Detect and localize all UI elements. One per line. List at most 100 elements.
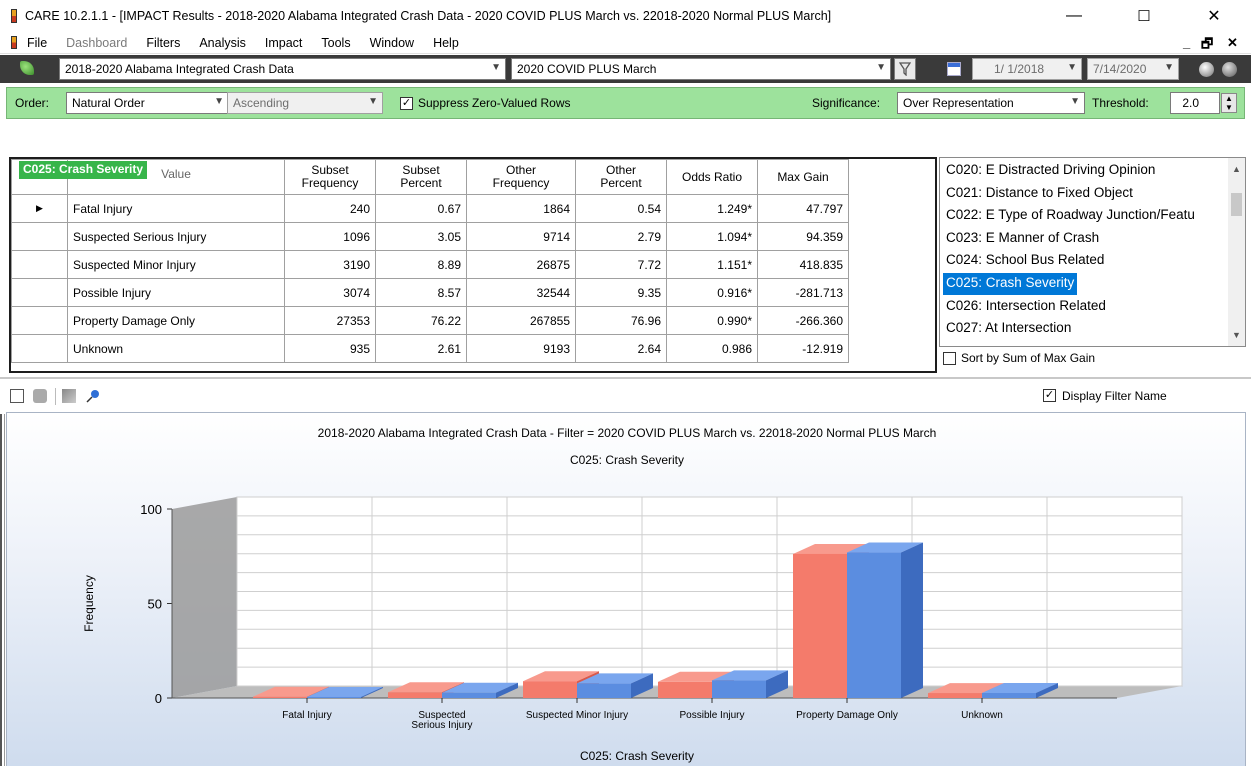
cell-subset-frequency[interactable]: 1096: [284, 222, 376, 251]
table-row[interactable]: Possible Injury 3074 8.57 32544 9.35 0.916* -2…: [11, 278, 849, 307]
column-list-item[interactable]: C027: At Intersection: [943, 318, 1074, 340]
cell-value[interactable]: Fatal Injury: [67, 194, 285, 223]
cell-odds-ratio[interactable]: 1.094*: [666, 222, 758, 251]
cell-odds-ratio[interactable]: 0.916*: [666, 278, 758, 307]
threshold-input[interactable]: 2.0: [1170, 92, 1220, 114]
cell-value[interactable]: Property Damage Only: [67, 306, 285, 335]
column-header-subset-frequency[interactable]: Subset Frequency: [284, 159, 376, 195]
cell-value[interactable]: Possible Injury: [67, 278, 285, 307]
pin-icon[interactable]: [84, 389, 100, 403]
table-row[interactable]: Suspected Serious Injury 1096 3.05 9714 2.79…: [11, 222, 849, 251]
column-list-item[interactable]: C022: E Type of Roadway Junction/Featu: [943, 205, 1198, 227]
row-header[interactable]: [11, 222, 68, 251]
column-header-odds-ratio[interactable]: Odds Ratio: [666, 159, 758, 195]
column-list-item[interactable]: C023: E Manner of Crash: [943, 228, 1102, 250]
menu-dashboard[interactable]: Dashboard: [66, 36, 127, 50]
row-header[interactable]: [11, 306, 68, 335]
cell-max-gain[interactable]: -12.919: [757, 334, 849, 363]
cell-other-percent[interactable]: 7.72: [575, 250, 667, 279]
column-list-item[interactable]: C026: Intersection Related: [943, 296, 1109, 318]
filter-dropdown[interactable]: 2020 COVID PLUS March ▼: [511, 58, 891, 80]
panel-splitter[interactable]: [0, 377, 1251, 379]
cell-max-gain[interactable]: 94.359: [757, 222, 849, 251]
cell-value[interactable]: Suspected Minor Injury: [67, 250, 285, 279]
chart-settings-icon[interactable]: [62, 389, 76, 403]
table-row[interactable]: Unknown 935 2.61 9193 2.64 0.986 -12.919: [11, 334, 849, 363]
row-header[interactable]: [11, 250, 68, 279]
column-list-item[interactable]: C024: School Bus Related: [943, 250, 1107, 272]
table-row[interactable]: ▶ Fatal Injury 240 0.67 1864 0.54 1.249* 47.797: [11, 194, 849, 223]
menu-help[interactable]: Help: [433, 36, 459, 50]
cell-subset-percent[interactable]: 2.61: [375, 334, 467, 363]
cell-value[interactable]: Suspected Serious Injury: [67, 222, 285, 251]
column-list-item[interactable]: C025: Crash Severity: [943, 273, 1078, 295]
direction-dropdown[interactable]: Ascending ▼: [227, 92, 383, 114]
menu-tools[interactable]: Tools: [321, 36, 350, 50]
cell-value[interactable]: Unknown: [67, 334, 285, 363]
date-to-picker[interactable]: 7/14/2020 ▼: [1087, 58, 1179, 80]
cell-other-frequency[interactable]: 267855: [466, 306, 576, 335]
column-header-other-frequency[interactable]: Other Frequency: [466, 159, 576, 195]
row-header[interactable]: [11, 334, 68, 363]
cell-other-frequency[interactable]: 26875: [466, 250, 576, 279]
column-list[interactable]: C020: E Distracted Driving Opinion C021: …: [939, 157, 1246, 347]
menu-file[interactable]: File: [27, 36, 47, 50]
cell-subset-frequency[interactable]: 935: [284, 334, 376, 363]
table-row[interactable]: Property Damage Only 27353 76.22 267855 76.9…: [11, 306, 849, 335]
cell-other-percent[interactable]: 2.64: [575, 334, 667, 363]
copy-icon[interactable]: [33, 389, 47, 403]
status-icon[interactable]: [1222, 62, 1237, 77]
cell-other-frequency[interactable]: 9193: [466, 334, 576, 363]
row-header[interactable]: [11, 278, 68, 307]
cell-odds-ratio[interactable]: 0.990*: [666, 306, 758, 335]
cell-other-percent[interactable]: 76.96: [575, 306, 667, 335]
mdi-restore-icon[interactable]: 🗗: [1201, 35, 1213, 57]
cell-odds-ratio[interactable]: 1.151*: [666, 250, 758, 279]
column-list-scrollbar[interactable]: ▲ ▼: [1228, 158, 1245, 346]
cell-subset-frequency[interactable]: 3190: [284, 250, 376, 279]
mdi-document-icon[interactable]: [11, 36, 17, 49]
sort-by-max-gain-checkbox[interactable]: [943, 352, 956, 365]
filter-funnel-button[interactable]: [894, 58, 916, 80]
cell-odds-ratio[interactable]: 1.249*: [666, 194, 758, 223]
column-list-item[interactable]: C021: Distance to Fixed Object: [943, 183, 1136, 205]
cell-max-gain[interactable]: -266.360: [757, 306, 849, 335]
calendar-icon[interactable]: [947, 62, 961, 76]
threshold-spinner[interactable]: ▲ ▼: [1221, 93, 1237, 113]
cell-other-frequency[interactable]: 1864: [466, 194, 576, 223]
cell-max-gain[interactable]: 47.797: [757, 194, 849, 223]
menu-impact[interactable]: Impact: [265, 36, 303, 50]
table-row[interactable]: Suspected Minor Injury 3190 8.89 26875 7.72 1…: [11, 250, 849, 279]
minimize-icon[interactable]: —: [1051, 0, 1097, 32]
dataset-dropdown[interactable]: 2018-2020 Alabama Integrated Crash Data …: [59, 58, 506, 80]
mdi-close-icon[interactable]: ✕: [1227, 35, 1238, 51]
cell-subset-percent[interactable]: 8.89: [375, 250, 467, 279]
scroll-up-icon[interactable]: ▲: [1232, 164, 1241, 174]
cell-other-percent[interactable]: 0.54: [575, 194, 667, 223]
cell-odds-ratio[interactable]: 0.986: [666, 334, 758, 363]
cell-other-frequency[interactable]: 9714: [466, 222, 576, 251]
clipboard-icon[interactable]: [10, 389, 24, 403]
cell-other-percent[interactable]: 2.79: [575, 222, 667, 251]
care-leaf-icon[interactable]: [20, 61, 34, 75]
date-from-picker[interactable]: 1/ 1/2018 ▼: [972, 58, 1082, 80]
column-header-other-percent[interactable]: Other Percent: [575, 159, 667, 195]
order-dropdown[interactable]: Natural Order ▼: [66, 92, 229, 114]
cell-max-gain[interactable]: 418.835: [757, 250, 849, 279]
cell-subset-percent[interactable]: 76.22: [375, 306, 467, 335]
menu-filters[interactable]: Filters: [146, 36, 180, 50]
menu-analysis[interactable]: Analysis: [199, 36, 246, 50]
maximize-icon[interactable]: ☐: [1121, 0, 1167, 32]
column-header-subset-percent[interactable]: Subset Percent: [375, 159, 467, 195]
cell-other-frequency[interactable]: 32544: [466, 278, 576, 307]
significance-dropdown[interactable]: Over Representation ▼: [897, 92, 1085, 114]
row-header[interactable]: ▶: [11, 194, 68, 223]
cell-subset-percent[interactable]: 8.57: [375, 278, 467, 307]
cell-other-percent[interactable]: 9.35: [575, 278, 667, 307]
column-header-max-gain[interactable]: Max Gain: [757, 159, 849, 195]
menu-window[interactable]: Window: [370, 36, 414, 50]
cell-subset-frequency[interactable]: 240: [284, 194, 376, 223]
mdi-minimize-icon[interactable]: _: [1183, 35, 1190, 50]
cell-subset-frequency[interactable]: 27353: [284, 306, 376, 335]
suppress-zero-checkbox[interactable]: ✓: [400, 97, 413, 110]
